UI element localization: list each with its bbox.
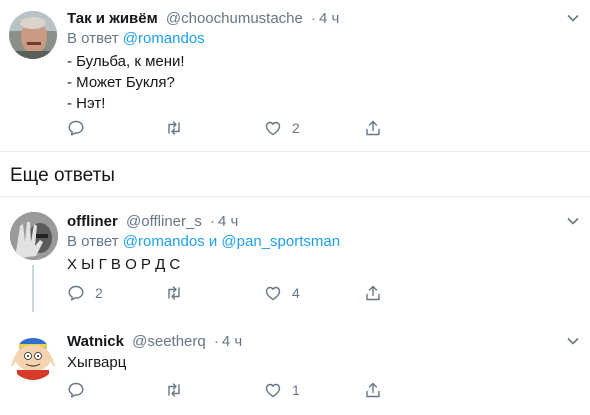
tweet-text: - Бульба, к мени! - Может Букля? - Нэт!: [67, 53, 185, 112]
chevron-down-icon[interactable]: [566, 11, 580, 25]
tweet-actions: 2: [67, 118, 590, 138]
retweet-icon: [168, 286, 180, 300]
heart-icon: [265, 286, 281, 301]
timestamp[interactable]: 4 ч: [218, 213, 238, 230]
divider: [0, 196, 590, 197]
retweet-button[interactable]: [165, 380, 193, 400]
avatar[interactable]: [10, 212, 58, 260]
mention-link[interactable]: @romandos: [123, 233, 205, 250]
mention-link[interactable]: @romandos: [123, 30, 205, 47]
author-handle[interactable]: @seetherq: [132, 333, 206, 350]
chevron-down-icon[interactable]: [566, 214, 580, 228]
retweet-button[interactable]: [165, 118, 193, 138]
separator-dot: ·: [210, 213, 216, 230]
avatar[interactable]: [9, 11, 57, 59]
mention-joiner: и: [208, 233, 218, 250]
reply-context: В ответ @romandos: [67, 29, 205, 49]
reply-icon: [68, 382, 84, 398]
share-icon: [366, 285, 380, 301]
reply-count: 2: [95, 285, 103, 301]
heart-icon: [265, 383, 281, 398]
reply-icon: [68, 120, 84, 136]
divider: [0, 151, 590, 152]
share-icon: [366, 382, 380, 398]
reply-button[interactable]: [67, 118, 95, 138]
separator-dot: ·: [311, 10, 317, 27]
reply-prefix: В ответ: [67, 233, 119, 250]
retweet-icon: [168, 121, 180, 135]
author-handle[interactable]: @choochumustache: [166, 10, 303, 27]
like-count: 2: [292, 120, 300, 136]
share-button[interactable]: [364, 380, 382, 400]
like-count: 4: [292, 285, 300, 301]
retweet-icon: [168, 383, 180, 397]
separator-dot: ·: [213, 333, 219, 350]
timestamp[interactable]: 4 ч: [319, 10, 339, 27]
like-button[interactable]: 4: [264, 283, 300, 303]
reply-button[interactable]: 2: [67, 283, 103, 303]
chevron-down-icon[interactable]: [566, 334, 580, 348]
reply-prefix: В ответ: [67, 30, 119, 47]
author-name[interactable]: Так и живём: [67, 10, 158, 27]
like-count: 1: [292, 382, 300, 398]
more-replies-heading[interactable]: Еще ответы: [10, 164, 115, 188]
tweet-actions: 2 4: [67, 283, 590, 303]
tweet-1[interactable]: Так и живём @choochumustache · 4 ч В отве…: [0, 9, 590, 149]
share-button[interactable]: [364, 283, 382, 303]
tweet-text: Х Ы Г В О Р Д С: [67, 256, 181, 273]
tweet-3[interactable]: Watnick @seetherq · 4 ч Хыгварц 1: [0, 332, 590, 412]
tweet-2[interactable]: offliner @offliner_s · 4 ч В ответ @roman…: [0, 212, 590, 312]
reply-icon: [68, 285, 84, 301]
tweet-text: Хыгварц: [67, 354, 127, 371]
retweet-button[interactable]: [165, 283, 193, 303]
share-button[interactable]: [364, 118, 382, 138]
share-icon: [366, 120, 380, 136]
author-name[interactable]: Watnick: [67, 333, 124, 350]
heart-icon: [265, 121, 281, 136]
reply-button[interactable]: [67, 380, 95, 400]
like-button[interactable]: 1: [264, 380, 300, 400]
author-name[interactable]: offliner: [67, 213, 118, 230]
like-button[interactable]: 2: [264, 118, 300, 138]
author-handle[interactable]: @offliner_s: [126, 213, 202, 230]
reply-context: В ответ @romandos и @pan_sportsman: [67, 232, 340, 252]
mention-link[interactable]: @pan_sportsman: [221, 233, 340, 250]
timestamp[interactable]: 4 ч: [222, 333, 242, 350]
tweet-actions: 1: [67, 380, 590, 400]
avatar[interactable]: [9, 332, 57, 380]
